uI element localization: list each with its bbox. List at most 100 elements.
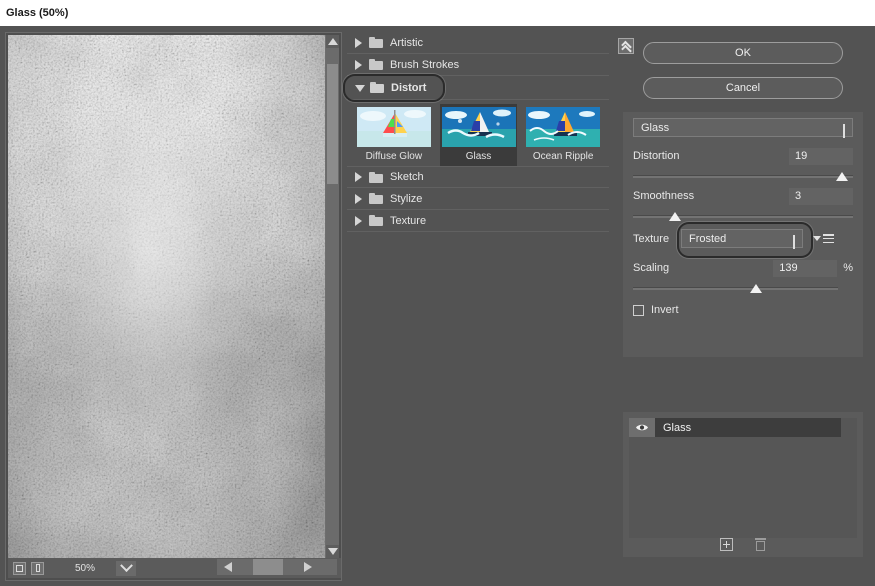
preview-pane: 50% — [5, 32, 342, 581]
eye-glyph — [635, 423, 649, 432]
frosted-glass-preview-image — [8, 35, 326, 558]
preview-horizontal-scrollbar[interactable] — [217, 559, 337, 575]
vertical-scroll-thumb[interactable] — [327, 64, 338, 184]
invert-checkbox[interactable] — [633, 305, 644, 316]
param-label-distortion: Distortion — [633, 150, 789, 162]
dialog-body: 50% Artistic — [0, 26, 875, 586]
param-value-distortion[interactable]: 19 — [789, 148, 853, 165]
folder-icon — [369, 193, 383, 204]
filter-settings-box: Glass Distortion 19 — [623, 112, 863, 357]
chevron-down-icon — [843, 124, 845, 136]
effect-layer-toolbar — [623, 533, 863, 555]
chevron-right-icon — [355, 216, 362, 226]
new-effect-layer-icon — [720, 538, 733, 551]
new-effect-layer-button[interactable] — [718, 536, 734, 552]
category-row-brush-strokes[interactable]: Brush Strokes — [347, 54, 609, 76]
folder-icon — [369, 172, 383, 183]
filter-thumbnail-diffuse-glow[interactable]: Diffuse Glow — [355, 104, 433, 166]
param-value-scaling[interactable]: 139 — [773, 260, 837, 277]
slider-track — [633, 175, 853, 178]
delete-effect-layer-button[interactable] — [752, 536, 768, 552]
zoom-out-button[interactable] — [13, 562, 26, 575]
zoom-in-button[interactable] — [31, 562, 44, 575]
param-scaling: Scaling 139 % — [633, 259, 853, 296]
triangle-up-icon — [328, 38, 338, 45]
effect-layer-row-glass[interactable]: Glass — [629, 418, 841, 437]
filter-category-pane: Artistic Brush Strokes Distort — [347, 32, 609, 581]
slider-distortion[interactable] — [633, 170, 853, 184]
glass-thumbnail-image — [442, 107, 516, 147]
category-row-texture[interactable]: Texture — [347, 210, 609, 232]
folder-open-icon — [370, 82, 384, 93]
zoom-level-value: 50% — [54, 561, 116, 576]
category-label: Artistic — [390, 37, 423, 49]
slider-scaling[interactable] — [633, 282, 838, 296]
collapse-panel-button[interactable] — [618, 38, 634, 54]
ocean-ripple-thumbnail-image — [526, 107, 600, 147]
param-label-smoothness: Smoothness — [633, 190, 789, 202]
scroll-down-button[interactable] — [326, 545, 339, 558]
slider-smoothness[interactable] — [633, 210, 853, 224]
filter-thumbnail-label: Glass — [466, 151, 492, 162]
cancel-button[interactable]: Cancel — [643, 77, 843, 99]
chevron-right-icon — [355, 172, 362, 182]
filter-thumbnail-label: Diffuse Glow — [366, 151, 423, 162]
page-title: Glass (50%) — [6, 7, 68, 19]
scroll-left-button[interactable] — [217, 559, 239, 575]
texture-select-dropdown[interactable]: Frosted — [681, 229, 803, 248]
window-title-bar: Glass (50%) — [0, 0, 875, 26]
slider-handle[interactable] — [669, 212, 681, 221]
filter-thumbnail-row: Diffuse Glow — [347, 100, 609, 166]
horizontal-scroll-thumb[interactable] — [253, 559, 283, 575]
filter-thumbnail-glass[interactable]: Glass — [440, 104, 518, 166]
category-label: Brush Strokes — [390, 59, 459, 71]
filter-select-dropdown[interactable]: Glass — [633, 118, 853, 137]
effect-layer-label: Glass — [655, 422, 691, 434]
filter-thumbnail-label: Ocean Ripple — [533, 151, 594, 162]
preview-toolbar: 50% — [8, 558, 341, 578]
param-label-scaling: Scaling — [633, 262, 773, 274]
preview-vertical-scrollbar[interactable] — [325, 35, 339, 558]
zoom-in-icon — [36, 564, 40, 572]
vertical-scroll-track[interactable] — [326, 48, 339, 545]
ok-button[interactable]: OK — [643, 42, 843, 64]
trash-icon — [755, 538, 766, 551]
diffuse-glow-thumbnail-image — [357, 107, 431, 147]
effect-layer-panel: Glass — [623, 412, 863, 557]
preview-canvas[interactable] — [8, 35, 326, 558]
filter-select-value: Glass — [634, 122, 669, 134]
chevron-right-icon — [355, 194, 362, 204]
category-label: Stylize — [390, 193, 422, 205]
triangle-left-icon — [224, 562, 232, 572]
slider-handle[interactable] — [750, 284, 762, 293]
settings-pane: OK Cancel Glass Distortion 19 — [614, 32, 870, 581]
slider-handle[interactable] — [836, 172, 848, 181]
triangle-down-icon — [328, 548, 338, 555]
invert-label: Invert — [651, 304, 679, 316]
triangle-right-icon — [304, 562, 312, 572]
filter-thumbnail-ocean-ripple[interactable]: Ocean Ripple — [524, 104, 602, 166]
chevron-down-icon — [355, 85, 365, 92]
param-unit-scaling: % — [843, 262, 853, 274]
category-row-artistic[interactable]: Artistic — [347, 32, 609, 54]
category-row-stylize[interactable]: Stylize — [347, 188, 609, 210]
slider-track — [633, 287, 838, 290]
param-texture: Texture Frosted — [633, 229, 869, 248]
filter-gallery-dialog: Glass (50%) — [0, 0, 875, 586]
category-row-sketch[interactable]: Sketch — [347, 166, 609, 188]
invert-checkbox-row[interactable]: Invert — [633, 304, 679, 316]
effect-layer-list: Glass — [629, 418, 857, 538]
visibility-eye-icon[interactable] — [629, 418, 655, 437]
param-label-texture: Texture — [633, 233, 681, 245]
chevron-right-icon — [355, 38, 362, 48]
param-value-smoothness[interactable]: 3 — [789, 188, 853, 205]
texture-select-value: Frosted — [682, 233, 726, 245]
scroll-right-button[interactable] — [297, 559, 319, 575]
scroll-up-button[interactable] — [326, 35, 339, 48]
chevron-down-icon — [793, 235, 795, 247]
param-smoothness: Smoothness 3 — [633, 187, 853, 224]
category-row-distort[interactable]: Distort — [347, 76, 609, 100]
param-distortion: Distortion 19 — [633, 147, 853, 184]
panel-menu-icon[interactable] — [813, 234, 834, 243]
zoom-level-dropdown[interactable] — [116, 561, 136, 576]
